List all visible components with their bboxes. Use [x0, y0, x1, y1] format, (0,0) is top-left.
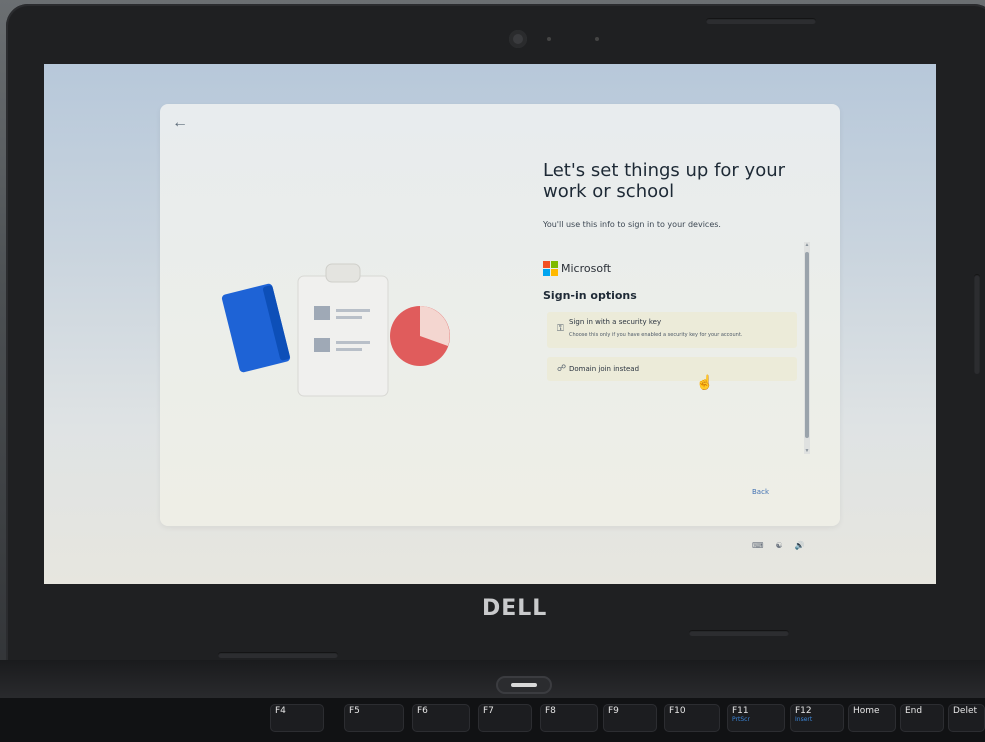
security-key-label: Sign in with a security key [569, 318, 662, 326]
lid-vent [706, 18, 816, 24]
back-arrow-icon[interactable]: ← [172, 114, 188, 132]
page-subtitle: You'll use this info to sign in to your … [543, 220, 721, 229]
clipboard-icon [297, 263, 389, 397]
domain-icon: ☍ [557, 363, 567, 373]
lid-hinge-slot-left [218, 652, 338, 658]
key-f9-label: F9 [608, 706, 619, 716]
signin-options-heading: Sign-in options [543, 289, 637, 302]
key-f10-label: F10 [669, 706, 686, 716]
key-delete-label: Delet [953, 706, 978, 716]
key-f12-label: F12 [795, 706, 812, 716]
hand-cursor-icon: ☝ [696, 374, 714, 390]
key-icon: ⚿ [557, 323, 564, 333]
options-scrollbar[interactable]: ▲ ▼ [804, 242, 810, 454]
scroll-up-icon[interactable]: ▲ [804, 242, 810, 248]
notebook-icon [221, 283, 291, 373]
laptop-screen: ← Let's set things up for your work or s… [44, 64, 936, 584]
system-tray: ⌨ ☯ 🔊 [752, 541, 805, 550]
page-title: Let's set things up for your work or sch… [543, 160, 786, 202]
key-delete[interactable]: Delet [948, 704, 985, 732]
security-key-option[interactable]: ⚿ Sign in with a security key Choose thi… [547, 312, 797, 348]
security-key-description: Choose this only if you have enabled a s… [569, 332, 743, 338]
scroll-down-icon[interactable]: ▼ [804, 448, 810, 454]
key-home[interactable]: Home [848, 704, 896, 732]
key-f12-sublabel: Insert [795, 716, 813, 723]
key-f4-label: F4 [275, 706, 286, 716]
domain-join-option[interactable]: ☍ Domain join instead [547, 357, 797, 381]
key-f8-label: F8 [545, 706, 556, 716]
lid-latch [974, 274, 980, 374]
keyboard-icon[interactable]: ⌨ [752, 541, 764, 550]
key-f9[interactable]: F9 [603, 704, 657, 732]
key-end-label: End [905, 706, 923, 716]
key-f5[interactable]: F5 [344, 704, 404, 732]
pie-chart-icon [390, 306, 450, 366]
oobe-card: ← Let's set things up for your work or s… [160, 104, 840, 526]
provider-name: Microsoft [561, 261, 612, 275]
domain-join-label: Domain join instead [569, 365, 640, 373]
microsoft-logo-icon [543, 261, 558, 276]
key-f7-label: F7 [483, 706, 494, 716]
webcam-indicator [547, 37, 551, 41]
lid-hinge-slot-right [689, 630, 789, 636]
dell-logo: DELL [482, 596, 548, 621]
key-f11-sublabel: PrtScr [732, 716, 750, 723]
key-f10[interactable]: F10 [664, 704, 720, 732]
key-f7[interactable]: F7 [478, 704, 532, 732]
webcam-sensor [595, 37, 599, 41]
laptop-hinge [0, 660, 985, 700]
scrollbar-thumb[interactable] [805, 252, 809, 438]
volume-icon[interactable]: 🔊 [795, 541, 805, 550]
key-f11[interactable]: F11 PrtScr [727, 704, 785, 732]
accessibility-icon[interactable]: ☯ [776, 541, 783, 550]
key-f12[interactable]: F12 Insert [790, 704, 844, 732]
setup-illustration [221, 263, 450, 397]
key-f11-label: F11 [732, 706, 749, 716]
key-f6-label: F6 [417, 706, 428, 716]
key-f5-label: F5 [349, 706, 360, 716]
key-f6[interactable]: F6 [412, 704, 470, 732]
webcam [509, 30, 527, 48]
key-f4[interactable]: F4 [270, 704, 324, 732]
key-f8[interactable]: F8 [540, 704, 598, 732]
key-end[interactable]: End [900, 704, 944, 732]
provider-row: Microsoft [543, 261, 612, 276]
power-led [511, 683, 537, 687]
key-home-label: Home [853, 706, 880, 716]
back-button[interactable]: Back [752, 488, 769, 496]
power-button[interactable] [496, 676, 552, 694]
